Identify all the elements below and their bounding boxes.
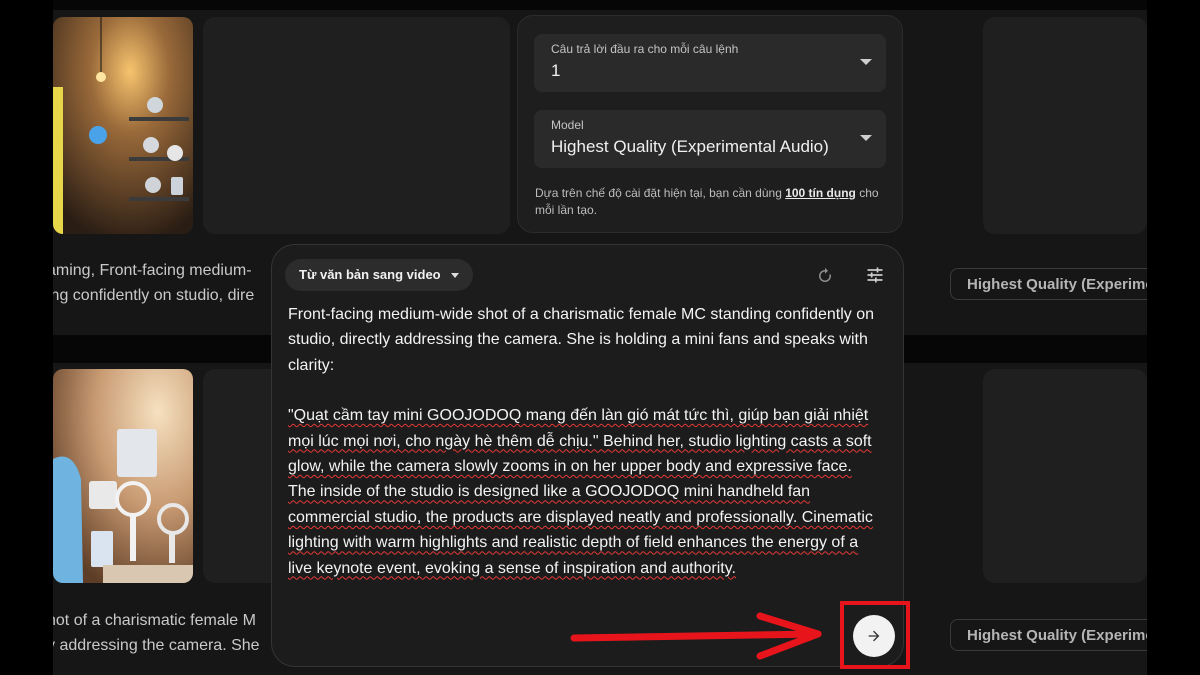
thumbnail-image-1 (53, 17, 193, 234)
row2-caption-line2: y addressing the camera. She (53, 637, 260, 654)
caret-down-icon (450, 272, 459, 278)
video-tile-1b[interactable] (203, 17, 510, 234)
refresh-icon[interactable] (814, 265, 836, 287)
prompt-paragraph-1: Front-facing medium-wide shot of a chari… (288, 306, 875, 374)
model-chip-row1[interactable]: Highest Quality (Experime (950, 268, 1147, 300)
mode-selector[interactable]: Từ văn bản sang video (285, 259, 473, 291)
tune-icon[interactable] (864, 264, 886, 286)
credit-link[interactable]: 100 tín dụng (785, 186, 856, 200)
model-value: Highest Quality (Experimental Audio) (551, 137, 829, 156)
prompt-composer: Từ văn bản sang video Front-facing mediu… (271, 244, 904, 667)
credit-note-text: Dựa trên chế độ cài đặt hiện tại, bạn cầ… (535, 186, 786, 200)
row2-caption-line1: hot of a charismatic female M (53, 612, 256, 629)
video-tile-2c[interactable] (983, 369, 1147, 583)
model-label: Model (551, 118, 584, 132)
mode-label: Từ văn bản sang video (299, 267, 441, 282)
caret-down-icon (860, 135, 872, 141)
video-thumbnail-2[interactable] (53, 369, 193, 583)
outputs-value: 1 (551, 61, 561, 80)
row1-caption-line1: aming, Front-facing medium- (53, 262, 252, 279)
outputs-per-prompt-select[interactable]: Câu trả lời đầu ra cho mỗi câu lệnh 1 (534, 34, 886, 92)
annotation-highlight-box (840, 601, 910, 669)
outputs-label: Câu trả lời đầu ra cho mỗi câu lệnh (551, 42, 739, 56)
thumbnail-image-2 (53, 369, 193, 583)
model-chip-row2[interactable]: Highest Quality (Experime (950, 619, 1147, 651)
annotation-arrow (570, 612, 822, 660)
credit-note: Dựa trên chế độ cài đặt hiện tại, bạn cầ… (535, 185, 885, 219)
caret-down-icon (860, 59, 872, 65)
settings-panel: Câu trả lời đầu ra cho mỗi câu lệnh 1 Mo… (517, 15, 903, 233)
prompt-spacer (288, 378, 878, 403)
prompt-paragraph-2: "Quạt cầm tay mini GOOJODOQ mang đến làn… (288, 407, 873, 577)
prompt-textarea[interactable]: Front-facing medium-wide shot of a chari… (288, 302, 878, 581)
model-select[interactable]: Model Highest Quality (Experimental Audi… (534, 110, 886, 168)
video-thumbnail-1[interactable] (53, 17, 193, 234)
video-tile-1c[interactable] (983, 17, 1147, 234)
row1-caption-line2: ing confidently on studio, dire (53, 287, 255, 304)
top-strip (53, 0, 1147, 10)
